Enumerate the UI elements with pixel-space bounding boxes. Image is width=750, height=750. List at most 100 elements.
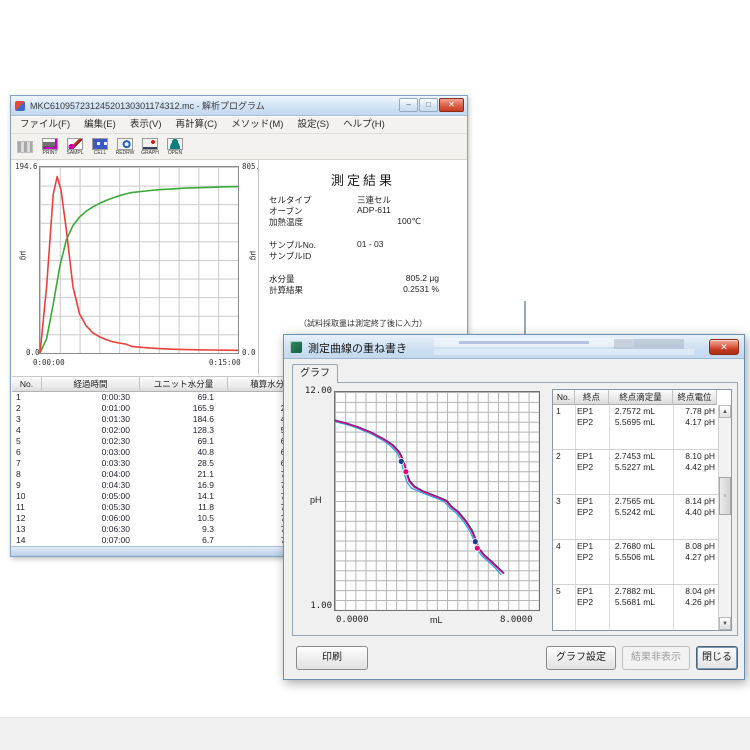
- cell-grid-button[interactable]: CELL: [88, 135, 112, 159]
- table-cell: 7: [12, 458, 42, 469]
- x-axis-start-label: 0:00:00: [33, 358, 65, 367]
- row-number: 1: [556, 406, 561, 416]
- table-cell: 10.5: [140, 513, 228, 524]
- table-cell: 0:04:00: [42, 469, 140, 480]
- left-axis-unit: μg: [19, 251, 28, 260]
- desktop: MKC61095723124520130301174312.mc - 解析プログ…: [0, 0, 750, 750]
- endpoint-volume: 5.5227 mL: [615, 462, 655, 472]
- dialog-title: 測定曲線の重ね書き: [308, 340, 407, 356]
- table-cell: 0:06:30: [42, 524, 140, 535]
- print-button[interactable]: 印刷: [296, 646, 368, 670]
- endpoint-potential: 4.40 pH: [685, 507, 715, 517]
- glass-reflection: [434, 338, 634, 347]
- print-button[interactable]: PRINT: [38, 135, 62, 159]
- endpoint-table-body: 1 EP12.7572 mL7.78 pH EP2 5.5695 mL 4.17 pH 2…: [553, 405, 731, 630]
- endpoint-volume: 2.7680 mL: [615, 541, 655, 551]
- table-row[interactable]: 3EP12.7565 mL8.14 pHEP25.5242 mL4.40 pH: [553, 495, 731, 540]
- left-axis-min-label: 0.0: [26, 348, 40, 357]
- menu-item[interactable]: ヘルプ(H): [336, 117, 392, 133]
- endpoint-line: EP12.7565 mL8.14 pH: [575, 496, 717, 506]
- field-value: 0.2531 %: [403, 284, 439, 294]
- app-icon: [15, 101, 25, 111]
- toolbar-icon-label: SAMPL: [67, 151, 84, 156]
- column-header[interactable]: ユニット水分量: [140, 377, 228, 392]
- endpoint-name: EP2: [577, 552, 593, 562]
- table-cell: 0:04:30: [42, 480, 140, 491]
- table-cell: 12: [12, 513, 42, 524]
- hide-results-button: 結果非表示: [622, 646, 690, 670]
- menu-item[interactable]: 表示(V): [123, 117, 169, 133]
- column-header[interactable]: 終点: [575, 390, 609, 405]
- endpoint-volume: 5.5695 mL: [615, 417, 655, 427]
- user-button[interactable]: OPEN: [163, 135, 187, 159]
- ph-axis-max-label: 12.00: [300, 386, 332, 396]
- results-field: 計算結果 0.2531 %: [269, 284, 459, 295]
- toolbar-icon-label: OPEN: [168, 151, 182, 156]
- graph-button[interactable]: GRAPH: [138, 135, 162, 159]
- column-header[interactable]: No.: [12, 377, 42, 392]
- left-axis-max-label: 194.6: [15, 162, 38, 171]
- print-icon: [42, 138, 58, 150]
- right-axis-min-label: 0.0: [242, 348, 256, 357]
- table-row[interactable]: 5EP12.7882 mL8.04 pHEP25.5681 mL4.26 pH: [553, 585, 731, 630]
- menu-item[interactable]: 再計算(C): [168, 117, 224, 133]
- endpoint-volume: 5.5242 mL: [615, 507, 655, 517]
- column-header[interactable]: 終点電位: [673, 390, 717, 405]
- column-header[interactable]: 終点滴定量: [609, 390, 673, 405]
- menu-item[interactable]: ファイル(F): [13, 117, 77, 133]
- table-row[interactable]: 1EP12.7572 mL7.78 pHEP25.5695 mL4.17 pH: [553, 405, 731, 450]
- field-value: ADP-611: [357, 205, 391, 215]
- results-fields: セルタイプ三連セルオーブンADP-611加熱温度100℃サンプルNo.01 - …: [269, 194, 459, 295]
- tab-graph[interactable]: グラフ: [292, 364, 338, 383]
- page-bottom-band: [0, 717, 750, 750]
- toolbar-icon-label: CELL: [94, 151, 107, 156]
- endpoint-line: EP25.5695 mL4.17 pH: [575, 417, 717, 427]
- back-window-title: MKC61095723124520130301174312.mc - 解析プログ…: [30, 99, 360, 112]
- endpoint-line: EP12.7453 mL8.10 pH: [575, 451, 717, 461]
- menu-item[interactable]: 設定(S): [290, 117, 336, 133]
- minimize-button[interactable]: –: [399, 98, 418, 112]
- results-field: サンプルNo.01 - 03: [269, 239, 459, 250]
- sample-pen-button[interactable]: SAMPL: [63, 135, 87, 159]
- field-label: サンプルID: [269, 250, 311, 262]
- results-field: 水分量805.2 μg: [269, 273, 459, 284]
- table-cell: 8: [12, 469, 42, 480]
- endpoint-potential: 8.08 pH: [685, 541, 715, 551]
- scroll-down-icon[interactable]: ▼: [719, 617, 731, 630]
- table-cell: 0:07:00: [42, 535, 140, 546]
- table-cell: 11: [12, 502, 42, 513]
- toolbar: PRINT SAMPL CELL REDRW GRAPH OPEN: [11, 134, 467, 160]
- graph-settings-button[interactable]: グラフ設定: [546, 646, 616, 670]
- ml-axis-label: mL: [430, 615, 443, 625]
- table-cell: 165.9: [140, 403, 228, 414]
- column-header[interactable]: 経過時間: [42, 377, 140, 392]
- scroll-thumb[interactable]: ≡: [719, 477, 731, 515]
- scroll-up-icon[interactable]: ▲: [719, 405, 731, 418]
- close-button[interactable]: ✕: [709, 339, 739, 355]
- table-cell: 11.8: [140, 502, 228, 513]
- column-header[interactable]: No.: [553, 390, 575, 405]
- endpoint-scrollbar[interactable]: ▲ ≡ ▼: [718, 405, 731, 630]
- table-row[interactable]: 4EP12.7680 mL8.08 pHEP25.5506 mL4.27 pH: [553, 540, 731, 585]
- table-cell: 6: [12, 447, 42, 458]
- user-icon: [167, 138, 183, 150]
- close-dialog-button[interactable]: 閉じる: [696, 646, 738, 670]
- table-cell: 40.8: [140, 447, 228, 458]
- back-title-bar[interactable]: MKC61095723124520130301174312.mc - 解析プログ…: [11, 96, 467, 116]
- endpoint-name: EP1: [577, 451, 593, 461]
- close-button[interactable]: ✕: [439, 98, 464, 112]
- endpoint-potential: 4.17 pH: [685, 417, 715, 427]
- endpoint-volume: 5.5506 mL: [615, 552, 655, 562]
- toolbar-icon-label: GRAPH: [141, 151, 159, 156]
- menu-item[interactable]: 編集(E): [77, 117, 123, 133]
- table-cell: 69.1: [140, 436, 228, 447]
- results-title: 測定結果: [259, 170, 467, 189]
- endpoint-line: EP12.7572 mL7.78 pH: [575, 406, 717, 416]
- front-title-bar[interactable]: 測定曲線の重ね書き ✕: [284, 335, 744, 359]
- sample-pen-icon: [67, 138, 83, 150]
- maximize-button[interactable]: □: [419, 98, 438, 112]
- menu-item[interactable]: メソッド(M): [224, 117, 290, 133]
- review-button[interactable]: REDRW: [113, 135, 137, 159]
- table-row[interactable]: 2EP12.7453 mL8.10 pHEP25.5227 mL4.42 pH: [553, 450, 731, 495]
- field-label: 計算結果: [269, 284, 303, 296]
